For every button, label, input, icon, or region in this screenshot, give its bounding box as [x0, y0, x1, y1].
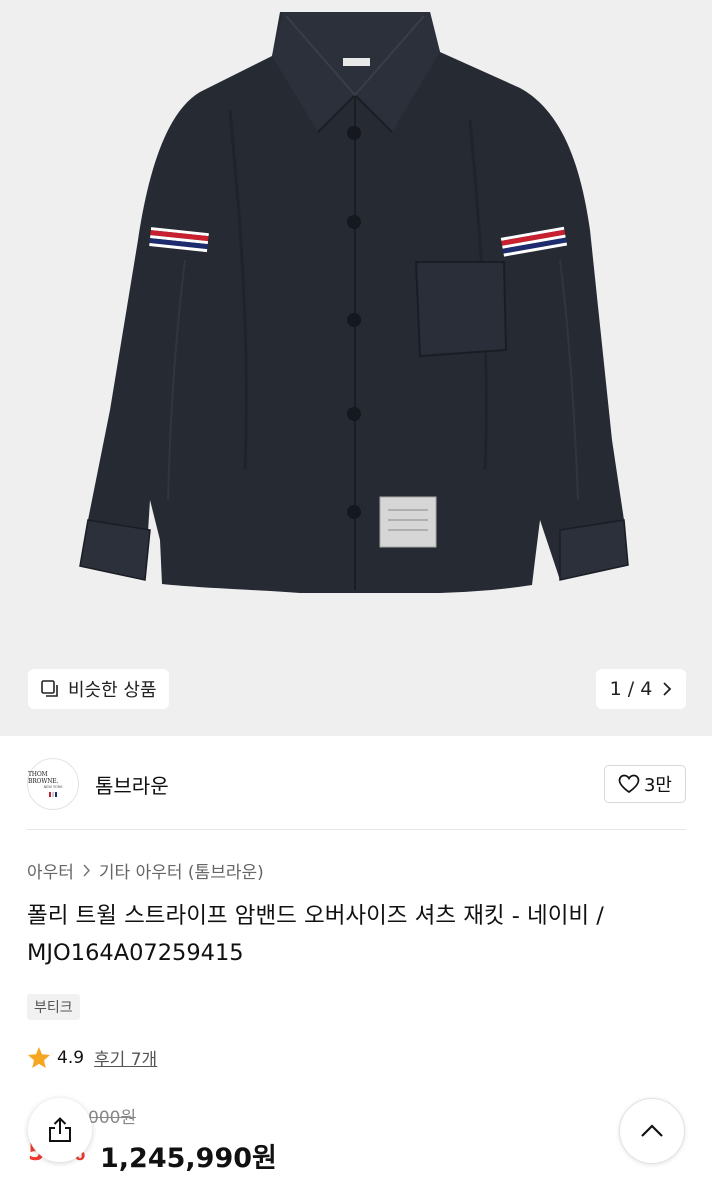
section-divider: [27, 829, 686, 830]
brand-name-link[interactable]: 톰브라운: [95, 770, 169, 799]
chevron-right-icon: [83, 864, 90, 877]
chevron-right-icon: [663, 682, 672, 696]
reviews-link[interactable]: 후기 7개: [94, 1045, 157, 1070]
star-icon: [28, 1047, 50, 1068]
product-title: 폴리 트윌 스트라이프 암밴드 오버사이즈 셔츠 재킷 - 네이비 / MJO1…: [27, 903, 604, 966]
boutique-tag: 부티크: [27, 994, 80, 1020]
share-icon: [49, 1117, 71, 1142]
similar-items-icon: [41, 680, 58, 697]
brand-logo-subtext: NEW YORK: [43, 785, 63, 789]
navy-shirt-jacket-image: [79, 12, 629, 593]
chevron-up-icon: [641, 1124, 663, 1137]
share-button[interactable]: [28, 1098, 92, 1162]
brand-row: THOM BROWNE. NEW YORK 톰브라운 3만: [27, 756, 686, 812]
similar-products-label: 비슷한 상품: [68, 680, 157, 701]
brand-logo[interactable]: THOM BROWNE. NEW YORK: [27, 758, 79, 810]
like-count: 3만: [643, 775, 672, 796]
sale-price: 1,245,990원: [100, 1143, 277, 1174]
scroll-to-top-button[interactable]: [619, 1098, 685, 1164]
breadcrumb-item-outer[interactable]: 아우터: [27, 858, 74, 883]
breadcrumb: 아우터 기타 아우터 (톰브라운): [27, 858, 264, 883]
rating-row: 4.9 후기 7개: [27, 1045, 157, 1070]
total-pages: 4: [640, 678, 653, 700]
product-image-area[interactable]: 비슷한 상품 1 / 4: [0, 0, 712, 736]
stripe-flag-icon: [49, 792, 57, 797]
breadcrumb-item-other-outer[interactable]: 기타 아우터 (톰브라운): [99, 858, 264, 883]
image-page-counter[interactable]: 1 / 4: [596, 669, 686, 709]
original-price: 000원: [88, 1108, 137, 1128]
like-button[interactable]: 3만: [604, 765, 686, 803]
page-separator: /: [627, 678, 635, 700]
heart-icon: [618, 774, 640, 794]
brand-logo-text: THOM BROWNE.: [28, 771, 59, 785]
current-page: 1: [609, 678, 622, 700]
similar-products-button[interactable]: 비슷한 상품: [28, 669, 169, 709]
rating-value: 4.9: [57, 1047, 85, 1068]
